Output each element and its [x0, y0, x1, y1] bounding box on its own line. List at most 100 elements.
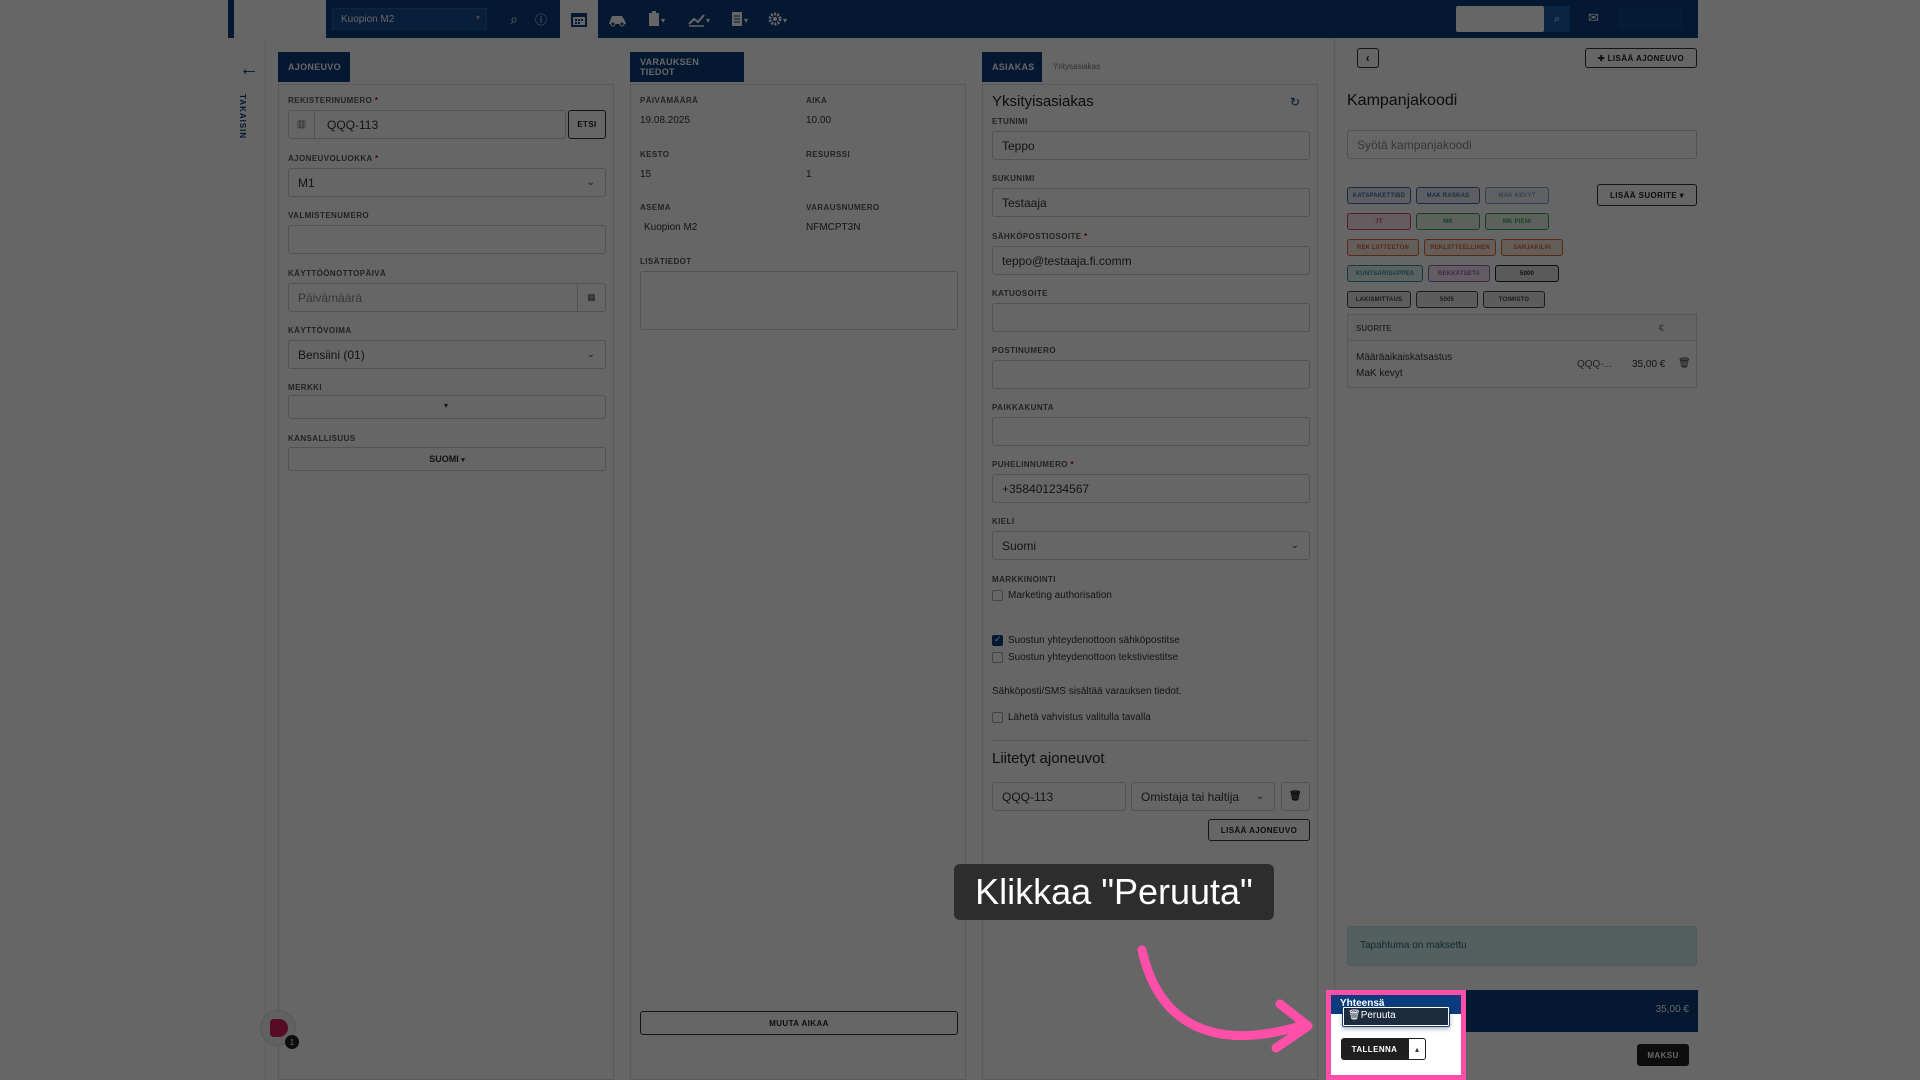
email-label: SÄHKÖPOSTIOSOITE *	[992, 232, 1088, 241]
back-arrow-icon[interactable]: ←	[239, 58, 259, 81]
reg-label: REKISTERINUMERO *	[288, 96, 379, 105]
service-chip[interactable]: KUNTSARISUPPEA	[1347, 265, 1423, 282]
booking-column: VARAUKSEN TIEDOT PÄIVÄMÄÄRÄ 19.08.2025 A…	[630, 38, 966, 1080]
service-chip[interactable]: TOIMISTO	[1483, 291, 1545, 308]
back-label[interactable]: TAKAISIN	[238, 94, 247, 139]
additional-info-textarea[interactable]	[640, 271, 958, 330]
trash-icon[interactable]: 🗑	[1678, 358, 1691, 369]
consent-sms-checkbox[interactable]	[992, 652, 1003, 663]
language-select[interactable]: Suomi ⌄	[992, 531, 1310, 560]
service-chip[interactable]: SARJAKILPI	[1501, 239, 1563, 256]
resource-label: RESURSSI	[806, 150, 851, 159]
last-name-input[interactable]: Testaaja	[992, 188, 1310, 217]
add-service-button[interactable]: LISÄÄ SUORITE ▾	[1597, 184, 1697, 206]
tab-vehicle[interactable]: AJONEUVO	[278, 52, 350, 82]
first-name-input[interactable]: Teppo	[992, 131, 1310, 160]
service-chip[interactable]: JT	[1347, 213, 1411, 230]
calendar-icon[interactable]: ▦	[577, 284, 605, 311]
logo	[234, 0, 326, 38]
add-linked-vehicle-button[interactable]: LISÄÄ AJONEUVO	[1208, 819, 1310, 841]
add-vehicle-button[interactable]: ✚ LISÄÄ AJONEUVO	[1585, 48, 1697, 68]
trash-icon: 🗑	[1348, 1010, 1361, 1021]
make-label: MERKKI	[288, 383, 322, 392]
service-chip[interactable]: REKKATSETA	[1428, 265, 1490, 282]
make-select[interactable]: ▾	[288, 395, 606, 419]
fuel-select[interactable]: Bensiini (01) ⌄	[288, 340, 606, 369]
add-service-label: LISÄÄ SUORITE	[1609, 190, 1677, 200]
booking-date-label: PÄIVÄMÄÄRÄ	[640, 96, 699, 105]
search-icon[interactable]: ⌕	[500, 0, 528, 38]
zip-label: POSTINUMERO	[992, 346, 1056, 355]
save-dropdown-toggle[interactable]: ▴	[1408, 1038, 1426, 1060]
search-reg-button[interactable]: ETSI	[568, 110, 606, 139]
send-confirmation-checkbox[interactable]	[992, 712, 1003, 723]
service-chip[interactable]: LAKISMITTAUS	[1347, 291, 1411, 308]
service-chip[interactable]: MK	[1416, 213, 1480, 230]
gear-icon[interactable]: ▾	[760, 0, 798, 38]
user-menu[interactable]	[1618, 8, 1682, 30]
tab-company-customer[interactable]: Yritysasiakas	[1053, 62, 1100, 71]
service-table-header: SUORITE €	[1348, 315, 1696, 341]
service-chip[interactable]: MAK KEVYT	[1485, 187, 1549, 204]
mail-icon[interactable]: ✉	[1588, 10, 1599, 26]
chat-logo-icon	[270, 1019, 288, 1037]
delete-linked-vehicle-button[interactable]: 🗑	[1281, 782, 1310, 811]
service-header-label: SUORITE	[1356, 324, 1392, 333]
service-chip[interactable]: REKLIITTEELLINEN	[1424, 239, 1496, 256]
customer-panel: Yksityisasiakas ↻ ETUNIMI Teppo SUKUNIMI…	[982, 84, 1318, 1080]
service-chip[interactable]: MK PIENI	[1485, 213, 1549, 230]
zip-input[interactable]	[992, 360, 1310, 389]
collapse-button[interactable]: ‹	[1357, 48, 1379, 68]
menu-item-cancel[interactable]: 🗑Peruuta	[1344, 1008, 1448, 1025]
first-use-date-input[interactable]: Päivämäärä	[288, 283, 606, 312]
change-time-button[interactable]: MUUTA AIKAA	[640, 1011, 958, 1035]
chart-icon[interactable]: ▾	[680, 0, 720, 38]
customer-column: ASIAKAS Yritysasiakas Yksityisasiakas ↻ …	[982, 38, 1318, 1080]
nationality-select[interactable]: SUOMI ▾	[288, 447, 606, 471]
tab-customer[interactable]: ASIAKAS	[982, 52, 1042, 82]
currency-header: €	[1659, 323, 1665, 333]
clipboard-icon[interactable]: ▾	[638, 0, 676, 38]
document-icon[interactable]: ▾	[722, 0, 758, 38]
first-name-label: ETUNIMI	[992, 117, 1028, 126]
city-input[interactable]	[992, 417, 1310, 446]
reg-input[interactable]: QQQ-113	[288, 110, 566, 139]
trash-icon: 🗑	[1288, 791, 1303, 802]
service-chip[interactable]: KATSPAKETTIBD	[1347, 187, 1411, 204]
vehicle-class-select[interactable]: M1 ⌄	[288, 168, 606, 197]
svg-text:▾: ▾	[661, 16, 665, 25]
service-chip[interactable]: 5005	[1416, 291, 1478, 308]
vin-input[interactable]	[288, 225, 606, 254]
service-chip[interactable]: REK LIITTEETÖN	[1347, 239, 1419, 256]
caret-down-icon: ▾	[444, 401, 449, 410]
global-search-input[interactable]	[1456, 6, 1544, 32]
save-button[interactable]: TALLENNA	[1341, 1038, 1408, 1060]
location-select[interactable]: Kuopion M2 ▾	[332, 8, 487, 30]
global-search-button[interactable]: ⌕	[1544, 6, 1570, 32]
fuel-label: KÄYTTÖVOIMA	[288, 326, 352, 335]
service-chip[interactable]: MAK RASKAS	[1416, 187, 1480, 204]
service-chip[interactable]: 5000	[1495, 265, 1559, 282]
pay-button[interactable]: MAKSU	[1637, 1044, 1689, 1066]
svg-text:▾: ▾	[744, 16, 748, 25]
station-value: Kuopion M2	[644, 222, 698, 233]
chevron-down-icon: ⌄	[586, 177, 595, 188]
linked-vehicle-role-select[interactable]: Omistaja tai haltija ⌄	[1131, 782, 1275, 811]
refresh-icon[interactable]: ↻	[1290, 95, 1300, 109]
info-icon[interactable]: ⓘ	[528, 0, 554, 38]
car-icon[interactable]	[600, 0, 636, 38]
calendar-icon[interactable]	[560, 0, 598, 38]
chat-widget[interactable]: 1	[260, 1010, 299, 1049]
marketing-auth-checkbox[interactable]	[992, 590, 1003, 601]
consent-email-checkbox[interactable]: ✓	[992, 634, 1003, 646]
chevron-down-icon: ⌄	[1255, 791, 1264, 802]
email-input[interactable]: teppo@testaaja.fi.comm	[992, 246, 1310, 275]
tab-booking-details[interactable]: VARAUKSEN TIEDOT	[630, 52, 744, 82]
add-vehicle-label: LISÄÄ AJONEUVO	[1607, 53, 1685, 63]
linked-vehicle-reg-input[interactable]: QQQ-113	[992, 782, 1126, 811]
tutorial-callout: Klikkaa "Peruuta"	[954, 864, 1274, 920]
street-input[interactable]	[992, 303, 1310, 332]
caret-up-icon: ▴	[1414, 1044, 1419, 1054]
campaign-code-input[interactable]: Syötä kampanjakoodi	[1347, 130, 1697, 159]
phone-input[interactable]: +358401234567	[992, 474, 1310, 503]
